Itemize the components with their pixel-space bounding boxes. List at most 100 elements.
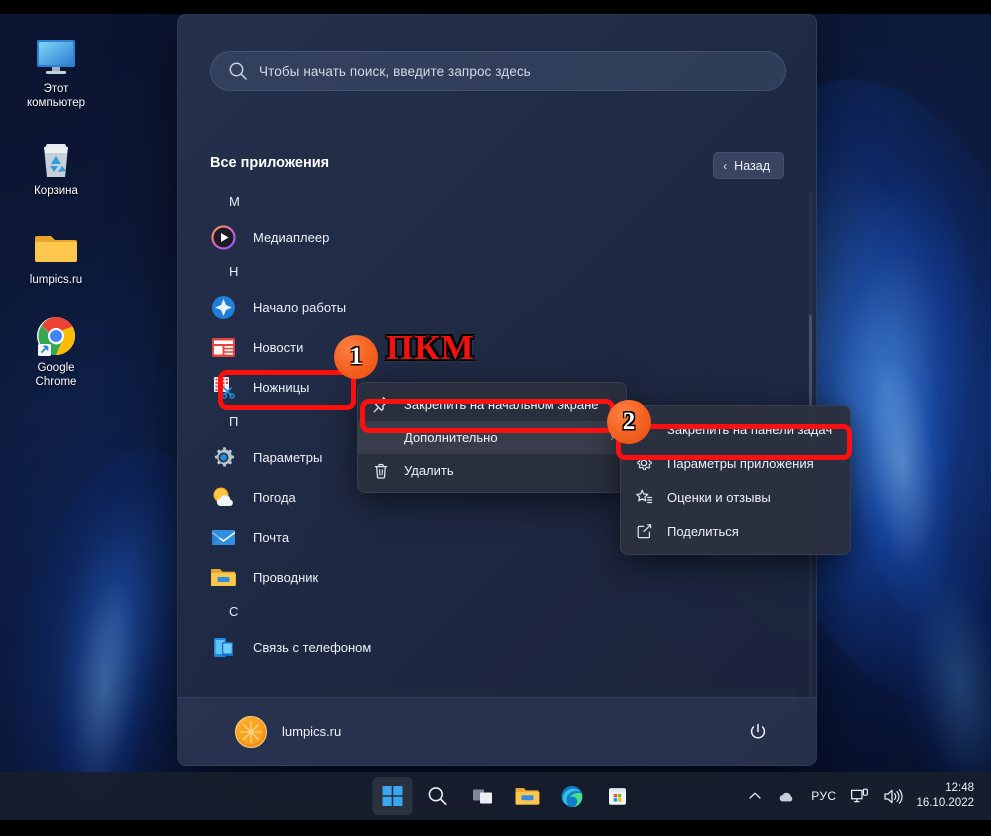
submenu-item-pin-to-taskbar[interactable]: Закрепить на панели задач	[621, 412, 850, 446]
desktop-icon-label: Google Chrome	[35, 362, 77, 388]
file-explorer-button[interactable]	[507, 777, 547, 815]
app-row[interactable]: Медиаплеер	[200, 217, 796, 257]
context-menu-item-uninstall[interactable]: Удалить	[358, 454, 626, 487]
this-pc-icon	[10, 34, 102, 80]
submenu-item-label: Оценки и отзывы	[667, 489, 771, 505]
context-menu-item-more[interactable]: Дополнительно ›	[358, 421, 626, 454]
account-bar: lumpics.ru	[178, 697, 816, 765]
account-user-button[interactable]: lumpics.ru	[235, 715, 342, 748]
desktop-icon-this-pc[interactable]: Этот компьютер	[10, 34, 102, 110]
letter-header-s: С	[229, 604, 239, 619]
context-menu[interactable]: Закрепить на начальном экране Дополнител…	[357, 382, 627, 493]
back-button-label: Назад	[734, 158, 770, 173]
context-menu-item-label: Дополнительно	[404, 430, 498, 445]
app-row[interactable]: Проводник	[200, 557, 796, 597]
task-view-button[interactable]	[462, 777, 502, 815]
chevron-left-icon: ‹	[723, 158, 728, 173]
folder-icon	[10, 225, 102, 271]
clock-date: 16.10.2022	[916, 797, 974, 809]
desktop-icon-label: Этот компьютер	[27, 83, 85, 109]
store-button[interactable]	[597, 777, 637, 815]
share-icon	[634, 522, 653, 541]
screen: Этот компьютер Корзина lumpics.ru Google…	[0, 0, 991, 836]
back-button[interactable]: ‹ Назад	[713, 152, 784, 179]
desktop-icon-label: lumpics.ru	[29, 273, 83, 286]
recycle-bin-icon	[10, 136, 102, 182]
get-started-icon	[210, 294, 236, 320]
app-label: Почта	[253, 529, 290, 545]
app-label: Начало работы	[253, 299, 347, 315]
context-menu-item-label: Удалить	[404, 463, 454, 478]
power-button[interactable]	[746, 720, 770, 744]
app-row[interactable]: Связь с телефоном	[200, 627, 796, 667]
phone-link-icon	[210, 634, 236, 660]
start-button[interactable]	[372, 777, 412, 815]
pin-icon	[371, 395, 390, 414]
onedrive-icon	[779, 792, 793, 802]
language-label: РУС	[811, 789, 837, 803]
letter-header-n: Н	[229, 264, 239, 279]
app-row[interactable]: Начало работы	[200, 287, 796, 327]
letter-header-m: М	[229, 194, 240, 209]
volume-button[interactable]	[876, 777, 910, 815]
chevron-right-icon: ›	[610, 431, 614, 444]
app-label: Параметры	[253, 449, 323, 465]
snipping-tool-icon	[210, 374, 236, 400]
speaker-icon	[884, 788, 904, 804]
desktop[interactable]: Этот компьютер Корзина lumpics.ru Google…	[0, 14, 991, 820]
all-apps-title: Все приложения	[210, 155, 330, 171]
star-rating-icon	[634, 488, 653, 507]
trash-icon	[371, 461, 390, 480]
mail-icon	[210, 524, 236, 550]
file-explorer-icon	[210, 564, 236, 590]
app-label: Проводник	[253, 569, 319, 585]
chrome-icon	[10, 313, 102, 359]
taskbar-center-buttons	[372, 777, 637, 815]
app-label: Новости	[253, 339, 304, 355]
desktop-icon-lumpics-folder[interactable]: lumpics.ru	[10, 225, 102, 288]
desktop-icon-recycle-bin[interactable]: Корзина	[10, 136, 102, 199]
weather-icon	[210, 484, 236, 510]
onedrive-tray-icon[interactable]	[770, 777, 804, 815]
context-menu-item-pin-to-start[interactable]: Закрепить на начальном экране	[358, 388, 626, 421]
context-menu-item-label: Закрепить на начальном экране	[404, 397, 599, 412]
language-indicator[interactable]: РУС	[804, 777, 843, 815]
desktop-icon-label: Корзина	[34, 185, 78, 197]
app-label: Медиаплеер	[253, 229, 330, 245]
network-button[interactable]	[843, 777, 876, 815]
search-button[interactable]	[417, 777, 457, 815]
letterbox-top	[0, 0, 991, 14]
search-icon	[227, 60, 249, 82]
submenu-item-share[interactable]: Поделиться	[621, 514, 850, 548]
submenu-item-label: Параметры приложения	[667, 455, 814, 471]
submenu-item-ratings-reviews[interactable]: Оценки и отзывы	[621, 480, 850, 514]
search-input[interactable]: Чтобы начать поиск, введите запрос здесь	[210, 51, 786, 91]
account-name-label: lumpics.ru	[282, 724, 342, 739]
microsoft-store-icon	[608, 788, 626, 805]
folder-icon	[515, 788, 539, 805]
search-placeholder-text: Чтобы начать поиск, введите запрос здесь	[259, 63, 531, 79]
news-icon	[210, 334, 236, 360]
app-row[interactable]: Новости	[200, 327, 796, 367]
empty-icon-slot	[371, 428, 390, 447]
search-icon	[428, 787, 447, 806]
clock[interactable]: 12:48 16.10.2022	[910, 781, 982, 811]
taskbar: РУС 12:48 16.10.2022	[0, 772, 991, 820]
submenu-item-app-settings[interactable]: Параметры приложения	[621, 446, 850, 480]
gear-icon	[634, 454, 653, 473]
network-icon	[851, 788, 869, 802]
desktop-icon-google-chrome[interactable]: Google Chrome	[10, 313, 102, 389]
windows-logo-icon	[382, 786, 402, 806]
clock-time: 12:48	[945, 782, 974, 794]
media-player-icon	[210, 224, 236, 250]
edge-icon	[561, 785, 583, 807]
app-label: Ножницы	[253, 379, 310, 395]
task-view-icon	[472, 789, 492, 804]
desktop-icon-list: Этот компьютер Корзина lumpics.ru Google…	[10, 22, 110, 415]
chevron-up-icon	[749, 792, 761, 799]
app-label: Связь с телефоном	[253, 639, 372, 655]
pin-taskbar-icon	[634, 420, 653, 439]
tray-overflow-button[interactable]	[740, 777, 770, 815]
edge-button[interactable]	[552, 777, 592, 815]
context-submenu[interactable]: Закрепить на панели задач Параметры прил…	[620, 405, 851, 555]
